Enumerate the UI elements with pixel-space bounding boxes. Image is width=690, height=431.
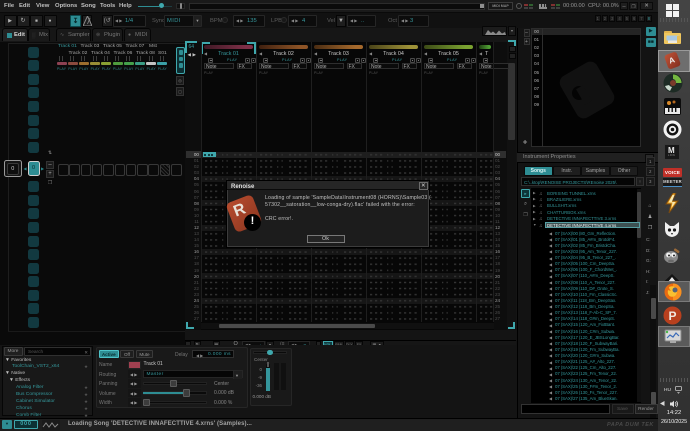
svg-text:P: P <box>668 309 676 323</box>
